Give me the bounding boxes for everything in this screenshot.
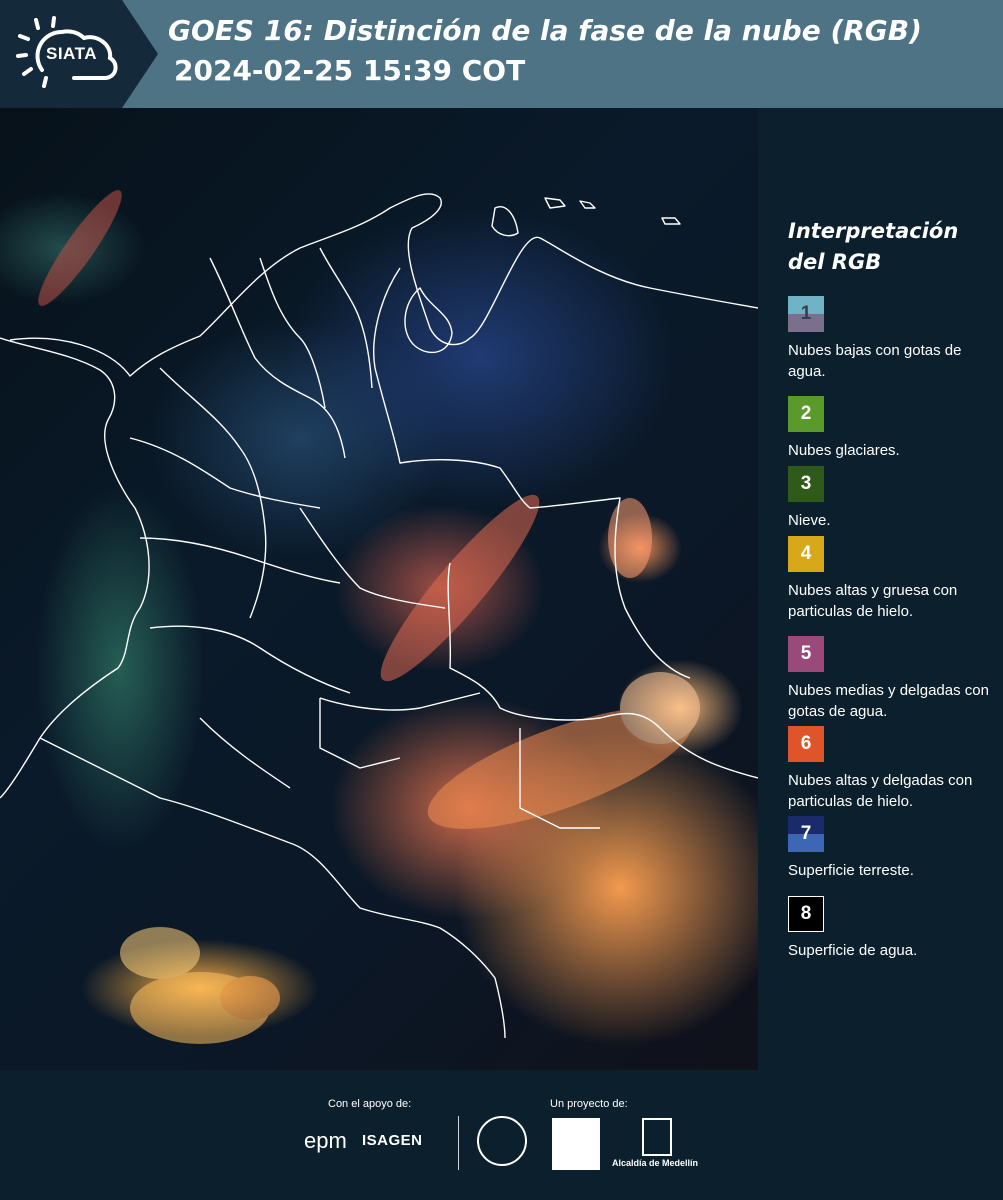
legend-description: Nubes medias y delgadas con gotas de agu… [788, 682, 989, 720]
legend-item: 7 Superficie terreste. [788, 816, 998, 881]
legend-description: Nubes altas y gruesa con particulas de h… [788, 582, 958, 620]
legend-description: Nubes glaciares. [788, 442, 900, 459]
legend-swatch: 3 [788, 466, 824, 502]
legend-swatch: 6 [788, 726, 824, 762]
legend-item: 2 Nubes glaciares. [788, 396, 998, 461]
legend-swatch: 7 [788, 816, 824, 852]
legend-swatch: 4 [788, 536, 824, 572]
legend-item: 5 Nubes medias y delgadas con gotas de ag… [788, 636, 998, 722]
legend-number: 2 [800, 403, 812, 424]
area-metropolitana-logo [552, 1118, 600, 1170]
legend-item: 6 Nubes altas y delgadas con particulas d… [788, 726, 998, 812]
legend-description: Nubes altas y delgadas con particulas de… [788, 772, 973, 810]
legend-number: 6 [800, 733, 812, 754]
legend-item: 3 Nieve. [788, 466, 998, 531]
header-banner: SIATA GOES 16: Distinción de la fase de … [0, 0, 1003, 108]
legend-swatch: 5 [788, 636, 824, 672]
siata-logo-text: SIATA [46, 44, 97, 63]
legend-number: 3 [800, 473, 812, 494]
legend-description: Nubes bajas con gotas de agua. [788, 342, 962, 380]
legend-swatch: 8 [788, 896, 824, 932]
timestamp: 2024-02-25 15:39 COT [174, 54, 526, 87]
legend-number: 8 [800, 903, 812, 924]
legend-number: 1 [800, 303, 812, 324]
alcaldia-logo-text: Alcaldía de Medellín [612, 1158, 699, 1168]
siata-logo: SIATA [0, 0, 158, 108]
footer: Con el apoyo de: epm ISAGEN Un proyecto … [0, 1070, 1003, 1200]
satellite-map [0, 108, 758, 1070]
legend-item: 8 Superficie de agua. [788, 896, 998, 961]
legend-item: 1 Nubes bajas con gotas de agua. [788, 296, 998, 382]
legend-title: Interpretación del RGB [788, 219, 959, 274]
legend-panel: Interpretación del RGB 1 Nubes bajas con … [758, 108, 1003, 1070]
legend-number: 7 [800, 823, 812, 844]
boundary-lines [0, 190, 758, 1044]
legend-description: Nieve. [788, 512, 831, 529]
legend-swatch: 1 [788, 296, 824, 332]
legend-item: 4 Nubes altas y gruesa con particulas de … [788, 536, 998, 622]
legend-description: Superficie de agua. [788, 942, 918, 959]
support-label: Con el apoyo de: [328, 1098, 412, 1110]
page-title: GOES 16: Distinción de la fase de la nub… [168, 14, 922, 47]
legend-number: 5 [800, 643, 812, 664]
project-label: Un proyecto de: [550, 1098, 628, 1110]
legend-description: Superficie terreste. [788, 862, 914, 879]
university-seal-icon [477, 1116, 527, 1166]
epm-logo: epm [304, 1128, 347, 1153]
isagen-logo: ISAGEN [362, 1132, 423, 1149]
footer-divider [458, 1116, 459, 1170]
legend-number: 4 [800, 543, 812, 564]
legend-swatch: 2 [788, 396, 824, 432]
alcaldia-shield-icon [642, 1118, 672, 1156]
